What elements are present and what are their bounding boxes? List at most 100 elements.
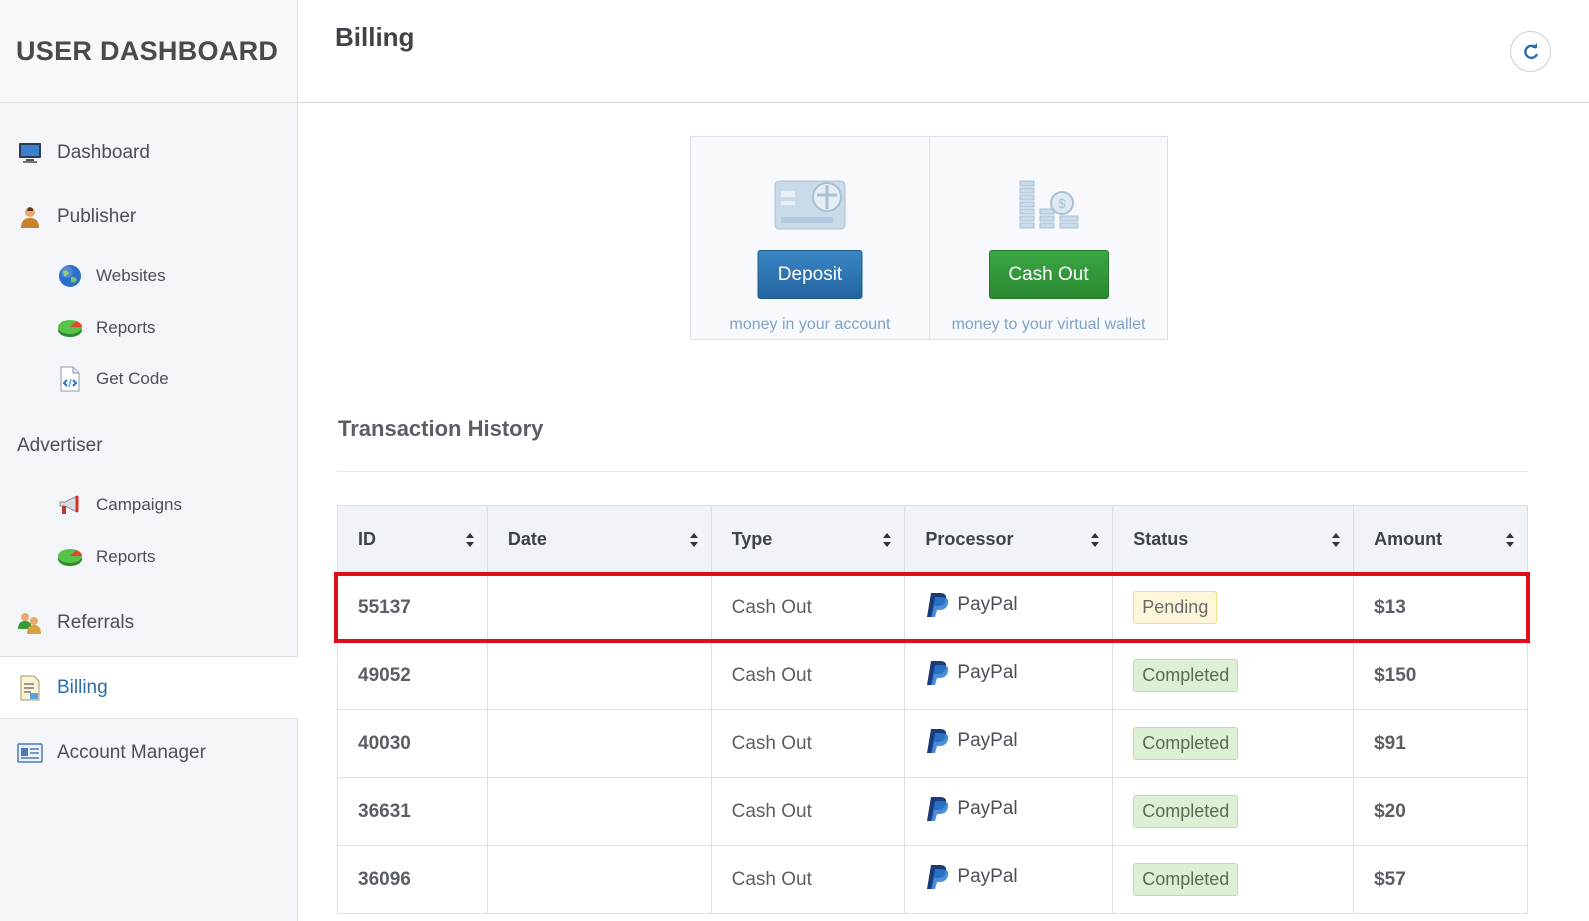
sidebar-item-referrals[interactable]: Referrals — [0, 598, 298, 648]
cell-date — [486, 573, 712, 642]
deposit-panel: Deposit money in your account — [691, 137, 929, 339]
deposit-caption: money in your account — [729, 316, 891, 333]
sidebar-label-account-manager: Account Manager — [57, 742, 206, 763]
cell-id: 49052 — [337, 641, 488, 710]
sidebar-label-publisher: Publisher — [57, 206, 137, 227]
cell-status: Completed — [1112, 641, 1355, 710]
column-header-status[interactable]: Status — [1112, 505, 1355, 574]
monitor-icon — [17, 140, 43, 166]
table-row: 36631 Cash Out PayPal Completed $20 — [337, 777, 1528, 846]
cell-amount: $13 — [1353, 573, 1528, 642]
cashout-caption: money to your virtual wallet — [951, 316, 1146, 333]
sidebar-label-get-code: Get Code — [96, 369, 169, 388]
brand: USER DASHBOARD — [0, 0, 297, 103]
cell-amount: $91 — [1353, 709, 1528, 778]
sidebar-label-campaigns: Campaigns — [96, 495, 182, 514]
table-row: 36096 Cash Out PayPal Completed $57 — [337, 845, 1528, 914]
coins-icon: $ — [1014, 177, 1084, 238]
cell-type: Cash Out — [710, 845, 906, 914]
cell-status: Completed — [1112, 709, 1355, 778]
paypal-icon — [927, 864, 949, 889]
sort-icon — [1506, 532, 1514, 547]
sort-icon — [883, 532, 892, 547]
sidebar-item-websites[interactable]: Websites — [0, 256, 298, 296]
sidebar: USER DASHBOARD Dashboard Publisher Websi… — [0, 0, 298, 921]
paypal-icon — [927, 592, 949, 617]
pie-chart-icon — [57, 544, 83, 570]
sidebar-label-billing: Billing — [57, 676, 108, 698]
sidebar-item-account-manager[interactable]: Account Manager — [0, 728, 298, 778]
deposit-button[interactable]: Deposit — [757, 250, 863, 299]
status-badge: Completed — [1133, 727, 1239, 760]
page-header: Billing — [298, 0, 1589, 103]
credit-card-icon — [773, 177, 847, 238]
cell-status: Completed — [1112, 845, 1355, 914]
sidebar-item-dashboard[interactable]: Dashboard — [0, 128, 298, 178]
cell-type: Cash Out — [710, 709, 906, 778]
cell-date — [486, 777, 712, 846]
sidebar-item-get-code[interactable]: Get Code — [0, 359, 298, 399]
id-card-icon — [17, 740, 43, 766]
cell-date — [486, 709, 712, 778]
processor-name: PayPal — [957, 797, 1018, 819]
table-row: 55137 Cash Out PayPal Pending $13 — [337, 573, 1528, 642]
cell-type: Cash Out — [710, 641, 906, 710]
transaction-table: ID Date Type Processor Status Amount 551… — [337, 505, 1528, 914]
sidebar-label-websites: Websites — [96, 266, 166, 285]
cell-id: 36631 — [337, 777, 488, 846]
column-header-amount[interactable]: Amount — [1353, 505, 1528, 574]
cell-amount: $57 — [1353, 845, 1528, 914]
column-header-processor[interactable]: Processor — [904, 505, 1114, 574]
column-header-id[interactable]: ID — [337, 505, 488, 574]
cell-processor: PayPal — [904, 641, 1114, 710]
processor-name: PayPal — [957, 729, 1018, 751]
cell-type: Cash Out — [710, 777, 906, 846]
paypal-icon — [927, 728, 949, 753]
cashout-panel: $ Cash Out money to your virtual wallet — [929, 137, 1167, 339]
column-header-type[interactable]: Type — [710, 505, 906, 574]
status-badge: Completed — [1133, 659, 1239, 692]
sidebar-item-publisher-reports[interactable]: Reports — [0, 308, 298, 348]
cell-id: 40030 — [337, 709, 488, 778]
section-divider — [337, 471, 1528, 472]
megaphone-icon — [57, 492, 83, 518]
cashout-button[interactable]: Cash Out — [988, 250, 1109, 299]
svg-text:$: $ — [1058, 196, 1066, 211]
column-header-date[interactable]: Date — [486, 505, 712, 574]
sidebar-item-billing[interactable]: Billing — [0, 656, 298, 719]
globe-icon — [57, 263, 83, 289]
cell-date — [486, 641, 712, 710]
processor-name: PayPal — [957, 865, 1018, 887]
pie-chart-icon — [57, 315, 83, 341]
refresh-icon — [1523, 42, 1538, 59]
cell-id: 55137 — [337, 573, 488, 642]
sidebar-item-advertiser-reports[interactable]: Reports — [0, 537, 298, 577]
status-badge: Pending — [1133, 591, 1218, 624]
transaction-history-title: Transaction History — [338, 416, 544, 441]
cell-amount: $20 — [1353, 777, 1528, 846]
refresh-button[interactable] — [1510, 31, 1551, 72]
table-row: 40030 Cash Out PayPal Completed $91 — [337, 709, 1528, 778]
table-header-row: ID Date Type Processor Status Amount — [337, 505, 1528, 574]
sort-icon — [465, 532, 474, 547]
table-row: 49052 Cash Out PayPal Completed $150 — [337, 641, 1528, 710]
users-icon — [17, 610, 43, 636]
paypal-icon — [927, 660, 949, 685]
cell-processor: PayPal — [904, 845, 1114, 914]
status-badge: Completed — [1133, 795, 1239, 828]
sidebar-item-campaigns[interactable]: Campaigns — [0, 485, 298, 525]
cell-processor: PayPal — [904, 777, 1114, 846]
cell-status: Completed — [1112, 777, 1355, 846]
sidebar-label-publisher-reports: Reports — [96, 318, 156, 337]
sort-icon — [689, 532, 698, 547]
status-badge: Completed — [1133, 863, 1239, 896]
cell-type: Cash Out — [710, 573, 906, 642]
cell-processor: PayPal — [904, 709, 1114, 778]
processor-name: PayPal — [957, 593, 1018, 615]
cell-id: 36096 — [337, 845, 488, 914]
brand-title: USER DASHBOARD — [16, 35, 279, 66]
sidebar-label-advertiser-reports: Reports — [96, 547, 156, 566]
sidebar-item-publisher[interactable]: Publisher — [0, 192, 298, 242]
page-title: Billing — [335, 22, 415, 52]
processor-name: PayPal — [957, 661, 1018, 683]
